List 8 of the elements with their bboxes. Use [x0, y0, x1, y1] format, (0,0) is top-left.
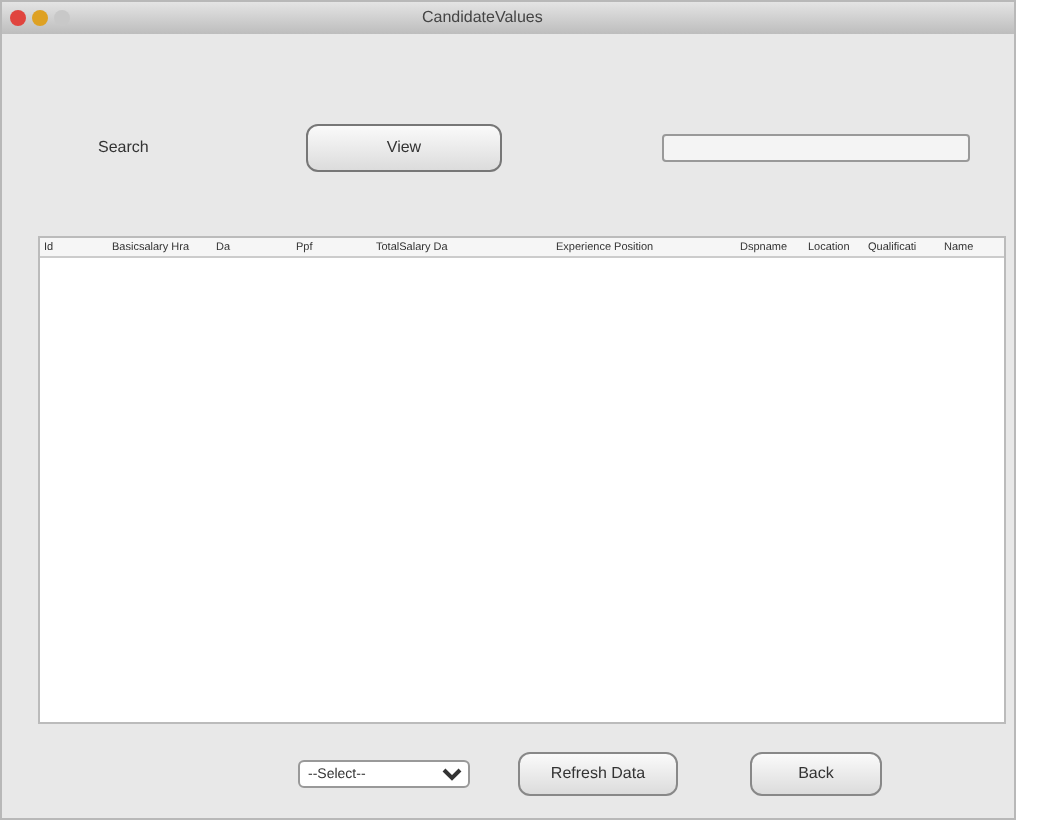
search-field[interactable]: [662, 134, 970, 162]
minimize-icon[interactable]: [32, 10, 48, 26]
back-button[interactable]: Back: [750, 752, 882, 796]
refresh-button[interactable]: Refresh Data: [518, 752, 678, 796]
view-button[interactable]: View: [306, 124, 502, 172]
close-icon[interactable]: [10, 10, 26, 26]
window-title: CandidateValues: [422, 6, 543, 30]
search-label: Search: [98, 136, 151, 160]
